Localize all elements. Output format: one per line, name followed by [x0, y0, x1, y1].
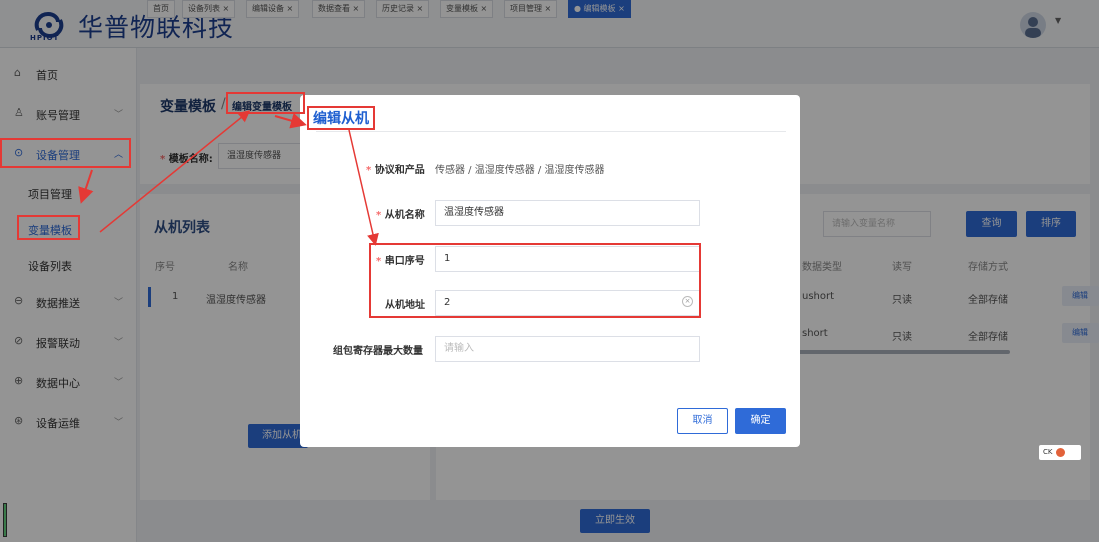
- annotation-box-edit-template: [226, 92, 305, 114]
- slave-name-input[interactable]: 温湿度传感器: [435, 200, 700, 226]
- annotation-box-device-management: [0, 138, 131, 168]
- input-method-icon: [1056, 448, 1065, 457]
- annotation-box-serial-address: [369, 243, 701, 318]
- slave-name-label: * 从机名称: [376, 206, 425, 221]
- required-mark: *: [366, 165, 375, 176]
- protocol-label-text: 协议和产品: [374, 165, 425, 176]
- annotation-box-dialog-title: [307, 106, 375, 130]
- max-registers-input[interactable]: 请输入: [435, 336, 700, 362]
- taskbar-indicator: [3, 503, 7, 537]
- dialog-divider: [316, 131, 786, 132]
- protocol-value: 传感器 / 温湿度传感器 / 温湿度传感器: [435, 165, 605, 176]
- annotation-box-var-templates: [17, 215, 80, 240]
- max-registers-label: 组包寄存器最大数量: [333, 346, 423, 357]
- protocol-label: * 协议和产品: [366, 161, 425, 176]
- required-mark: *: [376, 210, 385, 221]
- cancel-button[interactable]: 取消: [677, 408, 728, 434]
- confirm-button[interactable]: 确定: [735, 408, 786, 434]
- badge-text: CK: [1043, 448, 1053, 456]
- slave-name-label-text: 从机名称: [384, 210, 425, 221]
